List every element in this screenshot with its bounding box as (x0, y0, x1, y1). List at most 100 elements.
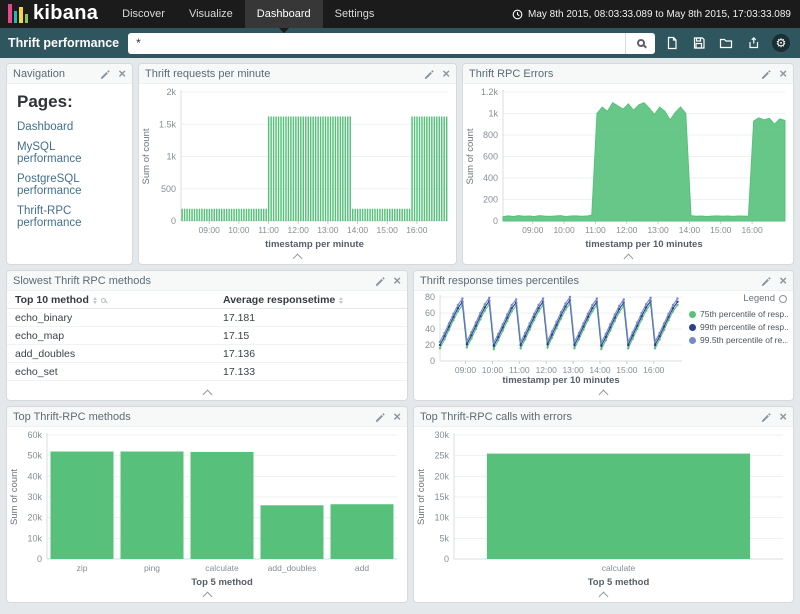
svg-text:50k: 50k (27, 451, 42, 461)
requests-bar-chart: 05001k1.5k2k09:0010:0011:0012:0013:0014:… (139, 84, 456, 251)
value-cell: 17.15 (215, 327, 407, 345)
panel-top-methods: Top Thrift-RPC methods × 010k20k30k40k50… (6, 406, 408, 603)
collapse-panel-button[interactable] (7, 387, 407, 400)
nav-link-postgresql-performance[interactable]: PostgreSQL performance (17, 173, 122, 197)
svg-text:09:00: 09:00 (455, 365, 477, 375)
edit-panel-icon[interactable] (375, 412, 385, 422)
svg-text:timestamp per 10 minutes: timestamp per 10 minutes (585, 239, 702, 250)
close-panel-icon[interactable]: × (779, 410, 787, 423)
legend-toggle[interactable]: Legend (689, 293, 788, 306)
sort-icon[interactable] (93, 297, 97, 304)
panel-top-errors: Top Thrift-RPC calls with errors × 05k10… (413, 406, 794, 603)
filter-magnifier-icon[interactable] (101, 298, 106, 303)
column-header-label: Top 10 method (15, 294, 89, 306)
svg-text:11:00: 11:00 (585, 225, 606, 235)
panel-response-percentiles: Thrift response times percentiles × 0204… (413, 270, 794, 401)
collapse-panel-button[interactable] (463, 251, 793, 264)
load-dashboard-icon[interactable] (718, 35, 734, 51)
nav-link-thrift-rpc-performance[interactable]: Thrift-RPC performance (17, 205, 122, 229)
close-panel-icon[interactable]: × (118, 67, 126, 80)
column-header-method[interactable]: Top 10 method (7, 291, 215, 309)
edit-panel-icon[interactable] (761, 412, 771, 422)
legend-item-label: 99th percentile of resp... (700, 322, 788, 332)
nav-tab-dashboard[interactable]: Dashboard (245, 0, 323, 28)
floppy-disk-icon (692, 36, 706, 50)
svg-text:Top 5 method: Top 5 method (588, 577, 650, 588)
panel-title: Thrift requests per minute (145, 68, 424, 80)
svg-text:add_doubles: add_doubles (268, 563, 317, 573)
query-search (128, 33, 655, 54)
nav-link-dashboard[interactable]: Dashboard (17, 121, 122, 133)
query-input[interactable] (128, 33, 625, 54)
nav-tab-settings[interactable]: Settings (323, 0, 387, 28)
close-panel-icon[interactable]: × (442, 67, 450, 80)
collapse-panel-button[interactable] (139, 251, 456, 264)
edit-panel-icon[interactable] (761, 69, 771, 79)
svg-text:15:00: 15:00 (616, 365, 638, 375)
main-nav: Discover Visualize Dashboard Settings (110, 0, 386, 28)
chevron-up-icon (202, 390, 212, 400)
close-panel-icon[interactable]: × (393, 410, 401, 423)
collapse-panel-button[interactable] (414, 589, 793, 602)
panel-title: Top Thrift-RPC methods (13, 411, 375, 423)
edit-panel-icon[interactable] (375, 276, 385, 286)
top-errors-bar-chart: 05k10k15k20k25k30kcalculateSum of countT… (414, 427, 793, 589)
svg-text:12:00: 12:00 (616, 225, 638, 235)
new-dashboard-icon[interactable] (664, 35, 680, 51)
svg-text:10k: 10k (27, 533, 42, 543)
share-export-icon (746, 36, 760, 50)
chevron-up-icon (599, 390, 609, 400)
logo-text: kibana (33, 3, 98, 23)
svg-text:Top 5 method: Top 5 method (191, 577, 253, 588)
svg-text:15k: 15k (434, 492, 449, 502)
edit-panel-icon[interactable] (424, 69, 434, 79)
legend-item-label: 75th percentile of resp... (700, 309, 788, 319)
svg-text:ping: ping (144, 563, 160, 573)
edit-panel-icon[interactable] (100, 69, 110, 79)
folder-icon (719, 36, 733, 50)
nav-link-mysql-performance[interactable]: MySQL performance (17, 141, 122, 165)
table-header-row: Top 10 method Average responsetime (7, 291, 407, 309)
percentiles-line-chart: 02040608009:0010:0011:0012:0013:0014:001… (414, 291, 687, 387)
method-cell: echo_map (7, 327, 215, 345)
kibana-logo-bars-icon (8, 4, 28, 23)
save-dashboard-icon[interactable] (691, 35, 707, 51)
toolbar-icons: ⚙ (664, 34, 792, 52)
legend-color-dot (689, 311, 696, 318)
svg-text:1k: 1k (488, 109, 498, 119)
time-range-picker[interactable]: May 8th 2015, 08:03:33.089 to May 8th 20… (512, 9, 800, 20)
collapse-panel-button[interactable] (414, 387, 793, 400)
filter-gear-icon[interactable]: ⚙ (772, 34, 790, 52)
navigation-markdown: Pages: Dashboard MySQL performance Postg… (7, 84, 132, 264)
edit-panel-icon[interactable] (761, 276, 771, 286)
value-cell: 17.136 (215, 345, 407, 363)
svg-text:80: 80 (425, 292, 435, 302)
top-methods-bar-chart: 010k20k30k40k50k60kzippingcalculateadd_d… (7, 427, 407, 589)
column-header-responsetime[interactable]: Average responsetime (215, 291, 407, 309)
share-dashboard-icon[interactable] (745, 35, 761, 51)
close-panel-icon[interactable]: × (393, 274, 401, 287)
top-navbar: kibana Discover Visualize Dashboard Sett… (0, 0, 800, 28)
legend-item-99th[interactable]: 99th percentile of resp... (689, 322, 788, 332)
sort-icon[interactable] (339, 297, 343, 304)
legend-item-75th[interactable]: 75th percentile of resp... (689, 309, 788, 319)
svg-text:10k: 10k (434, 513, 449, 523)
close-panel-icon[interactable]: × (779, 67, 787, 80)
dashboard-title: Thrift performance (8, 36, 119, 50)
panel-title: Thrift RPC Errors (469, 68, 761, 80)
svg-text:20k: 20k (27, 513, 42, 523)
nav-tab-visualize[interactable]: Visualize (177, 0, 245, 28)
nav-tab-discover[interactable]: Discover (110, 0, 177, 28)
legend-item-99-5th[interactable]: 99.5th percentile of re... (689, 335, 788, 345)
table-row: echo_binary 17.181 (7, 309, 407, 327)
kibana-logo[interactable]: kibana (0, 3, 110, 25)
dashboard-grid: Navigation × Pages: Dashboard MySQL perf… (0, 58, 800, 613)
close-panel-icon[interactable]: × (779, 274, 787, 287)
collapse-panel-button[interactable] (7, 589, 407, 602)
panel-title: Thrift response times percentiles (420, 275, 761, 287)
panel-thrift-requests-header: Thrift requests per minute × (139, 64, 456, 84)
value-cell: 17.181 (215, 309, 407, 327)
search-button[interactable] (625, 33, 655, 54)
svg-text:11:00: 11:00 (509, 365, 530, 375)
panel-slowest-methods-header: Slowest Thrift RPC methods × (7, 271, 407, 291)
